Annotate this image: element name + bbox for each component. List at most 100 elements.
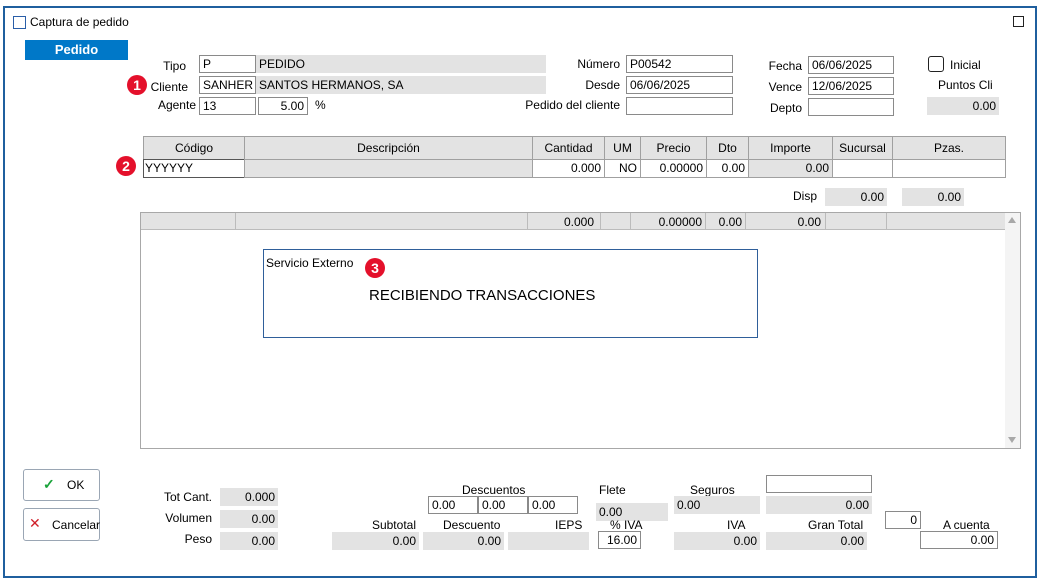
cliente-name: SANTOS HERMANOS, SA <box>256 76 546 94</box>
subtotal-value: 0.00 <box>332 532 419 550</box>
flete-label: Flete <box>599 483 626 497</box>
cliente-code-field[interactable]: SANHER <box>199 76 256 94</box>
inicial-label: Inicial <box>950 58 981 72</box>
window-title: Captura de pedido <box>30 15 129 29</box>
scroll-up-icon[interactable] <box>1008 217 1016 223</box>
tot-cant-label: Tot Cant. <box>163 490 212 504</box>
iva-label: IVA <box>727 518 746 532</box>
desde-field[interactable]: 06/06/2025 <box>626 76 733 94</box>
agente-percent-field[interactable]: 5.00 <box>258 97 308 115</box>
tot-cant-value: 0.000 <box>220 488 278 506</box>
check-icon: ✓ <box>43 476 55 492</box>
summary-divider <box>825 213 826 230</box>
pedido-cliente-label: Pedido del cliente <box>525 98 620 112</box>
a-cuenta-label: A cuenta <box>943 518 990 532</box>
extra-value: 0.00 <box>766 496 872 514</box>
pzas-input[interactable] <box>892 159 1006 178</box>
ok-button[interactable]: ✓ OK <box>23 469 100 501</box>
annotation-badge-3: 3 <box>365 258 385 278</box>
cancel-button-label: Cancelar <box>52 518 101 532</box>
percent-sign: % <box>315 98 326 112</box>
external-service-title: Servicio Externo <box>266 256 354 270</box>
ok-button-label: OK <box>67 478 85 492</box>
cantidad-input[interactable]: 0.000 <box>532 159 605 178</box>
summary-importe: 0.00 <box>797 215 821 229</box>
volumen-value: 0.00 <box>220 510 278 528</box>
puntos-cli-value: 0.00 <box>927 97 999 115</box>
small-number-field[interactable]: 0 <box>885 511 921 529</box>
extra-field[interactable] <box>766 475 872 493</box>
peso-value: 0.00 <box>220 532 278 550</box>
descuento-2-field[interactable]: 0.00 <box>478 496 528 514</box>
col-dto[interactable]: Dto <box>706 136 749 160</box>
col-codigo[interactable]: Código <box>143 136 245 160</box>
importe-cell: 0.00 <box>748 159 833 178</box>
precio-input[interactable]: 0.00000 <box>640 159 707 178</box>
subtotal-label: Subtotal <box>371 518 416 532</box>
gran-total-label: Gran Total <box>808 518 864 532</box>
cliente-label: Cliente <box>150 80 188 94</box>
vertical-scrollbar[interactable] <box>1005 213 1020 448</box>
annotation-badge-2: 2 <box>116 156 136 176</box>
col-um[interactable]: UM <box>604 136 641 160</box>
cancel-button[interactable]: ✕ Cancelar <box>23 508 100 541</box>
pedido-cliente-field[interactable] <box>626 97 733 115</box>
iva-percent-field[interactable]: 16.00 <box>598 531 641 549</box>
sucursal-input[interactable] <box>832 159 893 178</box>
col-sucursal[interactable]: Sucursal <box>832 136 893 160</box>
window-checkbox-icon[interactable] <box>13 16 26 29</box>
numero-field[interactable]: P00542 <box>626 55 733 73</box>
col-precio[interactable]: Precio <box>640 136 707 160</box>
iva-value: 0.00 <box>674 532 760 550</box>
seguros-label: Seguros <box>690 483 735 497</box>
disp-value-1: 0.00 <box>825 188 887 206</box>
summary-divider <box>886 213 887 230</box>
um-input[interactable]: NO <box>604 159 641 178</box>
cross-icon: ✕ <box>29 515 41 531</box>
fecha-label: Fecha <box>768 59 802 73</box>
tipo-code-field[interactable]: P <box>199 55 256 73</box>
depto-field[interactable] <box>808 98 894 116</box>
maximize-icon[interactable] <box>1013 16 1024 27</box>
descuento-3-field[interactable]: 0.00 <box>528 496 578 514</box>
puntos-cli-label: Puntos Cli <box>938 78 993 92</box>
summary-divider <box>235 213 236 230</box>
inicial-checkbox[interactable] <box>928 56 944 72</box>
descuento-total-value: 0.00 <box>423 532 504 550</box>
descuento-1-field[interactable]: 0.00 <box>428 496 478 514</box>
col-pzas[interactable]: Pzas. <box>892 136 1006 160</box>
agente-label: Agente <box>157 98 196 112</box>
gran-total-value: 0.00 <box>766 532 867 550</box>
tipo-label: Tipo <box>163 59 186 73</box>
col-importe[interactable]: Importe <box>748 136 833 160</box>
tipo-description: PEDIDO <box>256 55 546 73</box>
codigo-input[interactable]: YYYYYY <box>143 159 245 178</box>
a-cuenta-field[interactable]: 0.00 <box>920 531 998 549</box>
dto-input[interactable]: 0.00 <box>706 159 749 178</box>
fecha-field[interactable]: 06/06/2025 <box>808 56 894 74</box>
tab-pedido[interactable]: Pedido <box>25 40 128 60</box>
ieps-label: IEPS <box>555 518 583 532</box>
desde-label: Desde <box>585 78 620 92</box>
scroll-down-icon[interactable] <box>1008 437 1016 443</box>
summary-cantidad: 0.000 <box>563 215 594 229</box>
ieps-value <box>508 532 589 550</box>
external-service-message: RECIBIENDO TRANSACCIONES <box>369 287 596 304</box>
seguros-value: 0.00 <box>674 496 760 514</box>
col-descripcion[interactable]: Descripción <box>244 136 533 160</box>
descuentos-label: Descuentos <box>462 483 526 497</box>
peso-label: Peso <box>184 532 212 546</box>
numero-label: Número <box>577 57 620 71</box>
disp-label: Disp <box>793 189 818 203</box>
descripcion-cell <box>244 159 533 178</box>
disp-value-2: 0.00 <box>902 188 964 206</box>
vence-field[interactable]: 12/06/2025 <box>808 77 894 95</box>
annotation-badge-1: 1 <box>127 75 147 95</box>
agente-code-field[interactable]: 13 <box>199 97 256 115</box>
summary-precio: 0.00000 <box>658 215 702 229</box>
col-cantidad[interactable]: Cantidad <box>532 136 605 160</box>
volumen-label: Volumen <box>165 511 212 525</box>
summary-divider <box>600 213 601 230</box>
descuento-total-label: Descuento <box>443 518 501 532</box>
iva-percent-label: % IVA <box>610 518 643 532</box>
